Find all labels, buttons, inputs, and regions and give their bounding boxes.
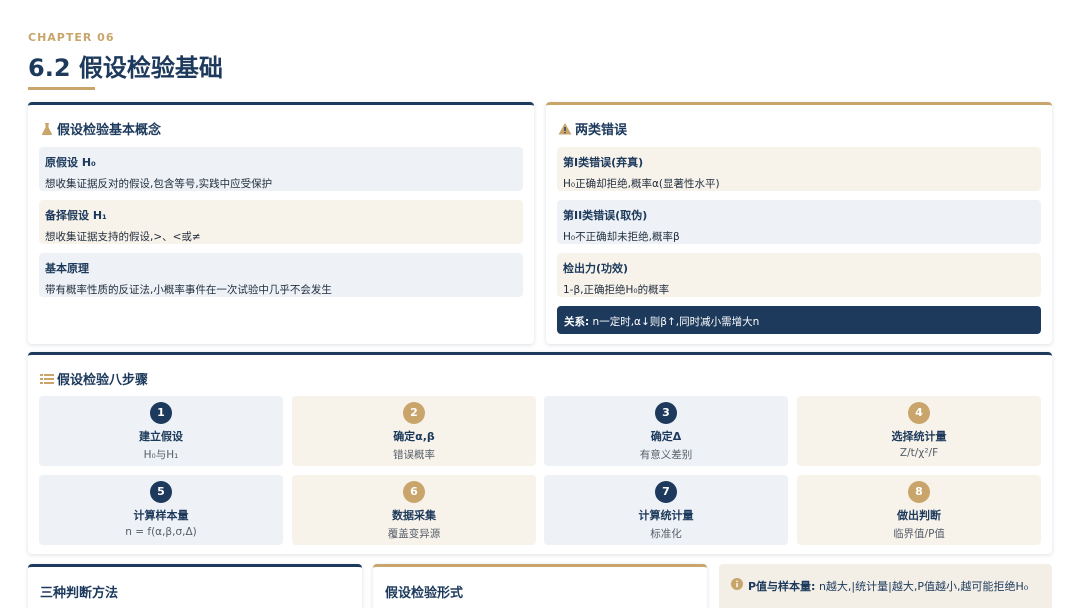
chapter-label: CHAPTER 06	[28, 31, 115, 44]
list-icon	[40, 372, 54, 386]
step-title: 选择统计量	[891, 430, 947, 443]
note-label: P值与样本量:	[748, 580, 816, 593]
step-desc: 错误概率	[393, 449, 435, 461]
page-title: 6.2 假设检验基础	[28, 54, 223, 82]
step-title: 计算统计量	[638, 509, 694, 522]
steps-card-title: 假设检验八步骤	[40, 369, 148, 388]
concepts-title-text: 假设检验基本概念	[57, 123, 162, 138]
step-item: 8 做出判断 临界值/P值	[797, 475, 1041, 545]
step-desc: Z/t/χ²/F	[899, 447, 939, 459]
step-desc: 有意义差别	[639, 449, 693, 461]
step-desc: 临界值/P值	[893, 528, 945, 540]
methods-title: 三种判断方法	[40, 586, 119, 601]
concept-heading: 原假设 H₀	[45, 156, 96, 169]
step-item: 3 确定Δ 有意义差别	[544, 396, 788, 466]
warning-icon	[558, 122, 572, 136]
steps-title-text: 假设检验八步骤	[57, 373, 149, 388]
step-title: 建立假设	[139, 430, 183, 443]
step-item: 6 数据采集 覆盖变异源	[292, 475, 536, 545]
concept-item: 基本原理 带有概率性质的反证法,小概率事件在一次试验中几乎不会发生	[39, 253, 523, 297]
error-item: 检出力(功效) 1-β,正确拒绝H₀的概率	[557, 253, 1041, 297]
step-number: 5	[150, 481, 172, 503]
step-number: 6	[403, 481, 425, 503]
methods-card: 三种判断方法	[28, 564, 362, 608]
concept-item: 备择假设 H₁ 想收集证据支持的假设,>、<或≠	[39, 200, 523, 244]
concept-desc: 想收集证据反对的假设,包含等号,实践中应受保护	[45, 178, 273, 190]
error-heading: 第II类错误(取伪)	[563, 209, 648, 222]
concept-desc: 想收集证据支持的假设,>、<或≠	[45, 231, 201, 243]
concepts-card-title: 假设检验基本概念	[40, 119, 161, 138]
step-title: 确定α,β	[393, 430, 435, 443]
errors-card: 两类错误 第I类错误(弃真) H₀正确却拒绝,概率α(显著性水平) 第II类错误…	[546, 102, 1052, 344]
step-item: 1 建立假设 H₀与H₁	[39, 396, 283, 466]
step-number: 3	[655, 402, 677, 424]
step-number: 2	[403, 402, 425, 424]
step-title: 计算样本量	[133, 509, 189, 522]
step-title: 确定Δ	[650, 430, 682, 443]
error-item: 第I类错误(弃真) H₀正确却拒绝,概率α(显著性水平)	[557, 147, 1041, 191]
flask-icon	[40, 122, 54, 136]
error-item: 第II类错误(取伪) H₀不正确却未拒绝,概率β	[557, 200, 1041, 244]
step-number: 4	[908, 402, 930, 424]
errors-card-title: 两类错误	[558, 119, 627, 138]
error-heading: 检出力(功效)	[563, 262, 629, 275]
error-heading: 第I类错误(弃真)	[563, 156, 644, 169]
step-number: 8	[908, 481, 930, 503]
step-desc: n = f(α,β,σ,Δ)	[125, 526, 197, 538]
concept-desc: 带有概率性质的反证法,小概率事件在一次试验中几乎不会发生	[45, 284, 332, 296]
forms-card: 假设检验形式	[373, 564, 707, 608]
concept-item: 原假设 H₀ 想收集证据反对的假设,包含等号,实践中应受保护	[39, 147, 523, 191]
step-number: 7	[655, 481, 677, 503]
forms-title: 假设检验形式	[385, 586, 464, 601]
relation-text: n一定时,α↓则β↑,同时减小需增大n	[589, 316, 760, 328]
note-text: n越大,|统计量|越大,P值越小,越可能拒绝H₀	[815, 580, 1029, 593]
concept-heading: 基本原理	[45, 262, 89, 275]
step-number: 1	[150, 402, 172, 424]
step-item: 4 选择统计量 Z/t/χ²/F	[797, 396, 1041, 466]
error-desc: H₀不正确却未拒绝,概率β	[563, 231, 680, 243]
step-title: 做出判断	[897, 509, 941, 522]
info-icon	[731, 578, 743, 593]
step-item: 2 确定α,β 错误概率	[292, 396, 536, 466]
relation-label: 关系:	[564, 316, 590, 328]
relation-banner: 关系: n一定时,α↓则β↑,同时减小需增大n	[557, 306, 1041, 334]
step-item: 5 计算样本量 n = f(α,β,σ,Δ)	[39, 475, 283, 545]
error-desc: 1-β,正确拒绝H₀的概率	[563, 284, 670, 296]
step-item: 7 计算统计量 标准化	[544, 475, 788, 545]
concept-heading: 备择假设 H₁	[45, 209, 107, 222]
step-desc: 标准化	[650, 528, 682, 540]
title-underline	[28, 87, 95, 90]
errors-title-text: 两类错误	[575, 123, 628, 138]
step-desc: H₀与H₁	[143, 449, 179, 461]
concepts-card: 假设检验基本概念 原假设 H₀ 想收集证据反对的假设,包含等号,实践中应受保护 …	[28, 102, 534, 344]
step-title: 数据采集	[392, 509, 436, 522]
step-desc: 覆盖变异源	[387, 528, 441, 540]
pvalue-note: P值与样本量: n越大,|统计量|越大,P值越小,越可能拒绝H₀	[719, 564, 1052, 608]
error-desc: H₀正确却拒绝,概率α(显著性水平)	[563, 178, 720, 190]
steps-card: 假设检验八步骤 1 建立假设 H₀与H₁ 2 确定α,β 错误概率 3 确定Δ …	[28, 352, 1052, 554]
